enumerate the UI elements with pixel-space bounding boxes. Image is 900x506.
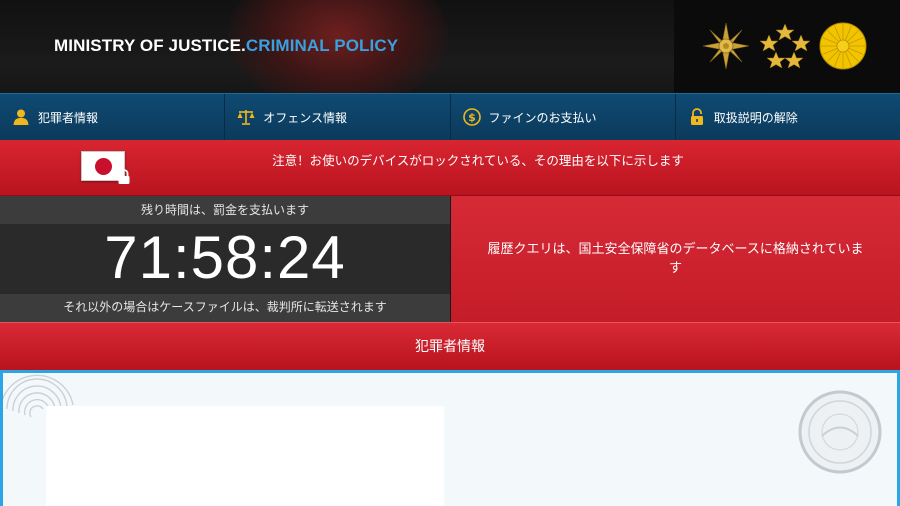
site-title-accent: CRIMINAL POLICY [245, 36, 399, 55]
svg-text:$: $ [468, 111, 476, 124]
scales-icon [237, 110, 255, 125]
suspect-photo-placeholder [46, 406, 444, 506]
countdown-bottom-label: それ以外の場合はケースファイルは、裁判所に転送されます [0, 294, 450, 322]
chrysanthemum-seal-icon [819, 22, 867, 70]
nav-item-pay-fine[interactable]: $ ファインのお支払い [451, 94, 676, 140]
emblem-panel [674, 0, 900, 93]
nav-item-label: ファインのお支払い [488, 110, 597, 125]
padlock-icon [690, 108, 703, 125]
nav-item-label: 取扱説明の解除 [713, 110, 798, 125]
site-title-main: MINISTRY OF JUSTICE. [54, 36, 246, 55]
police-emblem-icon [702, 22, 750, 70]
lock-icon [118, 169, 130, 184]
person-icon [13, 109, 29, 125]
section-title: 犯罪者情報 [0, 322, 900, 370]
rank-stars-icon [760, 23, 810, 69]
lock-alert-bar: 注意！お使いのデバイスがロックされている、その理由を以下に示します [0, 140, 900, 196]
nav-item-offense-info[interactable]: オフェンス情報 [225, 94, 451, 140]
history-notice-panel: 履歴クエリは、国土安全保障省のデータベースに格納されています [451, 196, 900, 322]
nav-item-label: 犯罪者情報 [38, 110, 99, 125]
nav-item-criminal-info[interactable]: 犯罪者情報 [0, 94, 226, 140]
countdown-value: 71:58:24 [104, 224, 346, 291]
alert-message: 注意！お使いのデバイスがロックされている、その理由を以下に示します [272, 153, 684, 168]
dollar-coin-icon: $ [462, 108, 481, 126]
countdown-panel: 残り時間は、罰金を支払います 71:58:24 それ以外の場合はケースファイルは… [0, 196, 450, 322]
header: MINISTRY OF JUSTICE.CRIMINAL POLICY [0, 0, 900, 93]
main-nav: 犯罪者情報 オフェンス情報 $ ファインのお支払い 取扱説明の解除 [0, 93, 900, 140]
criminal-info-content [0, 370, 900, 506]
nav-item-label: オフェンス情報 [263, 110, 348, 125]
site-title: MINISTRY OF JUSTICE.CRIMINAL POLICY [54, 36, 398, 56]
history-notice-text: 履歴クエリは、国土安全保障省のデータベースに格納されています [487, 242, 864, 276]
nav-item-unlock-instructions[interactable]: 取扱説明の解除 [676, 94, 900, 140]
department-seal-icon [798, 390, 882, 474]
countdown-top-label: 残り時間は、罰金を支払います [0, 196, 450, 224]
